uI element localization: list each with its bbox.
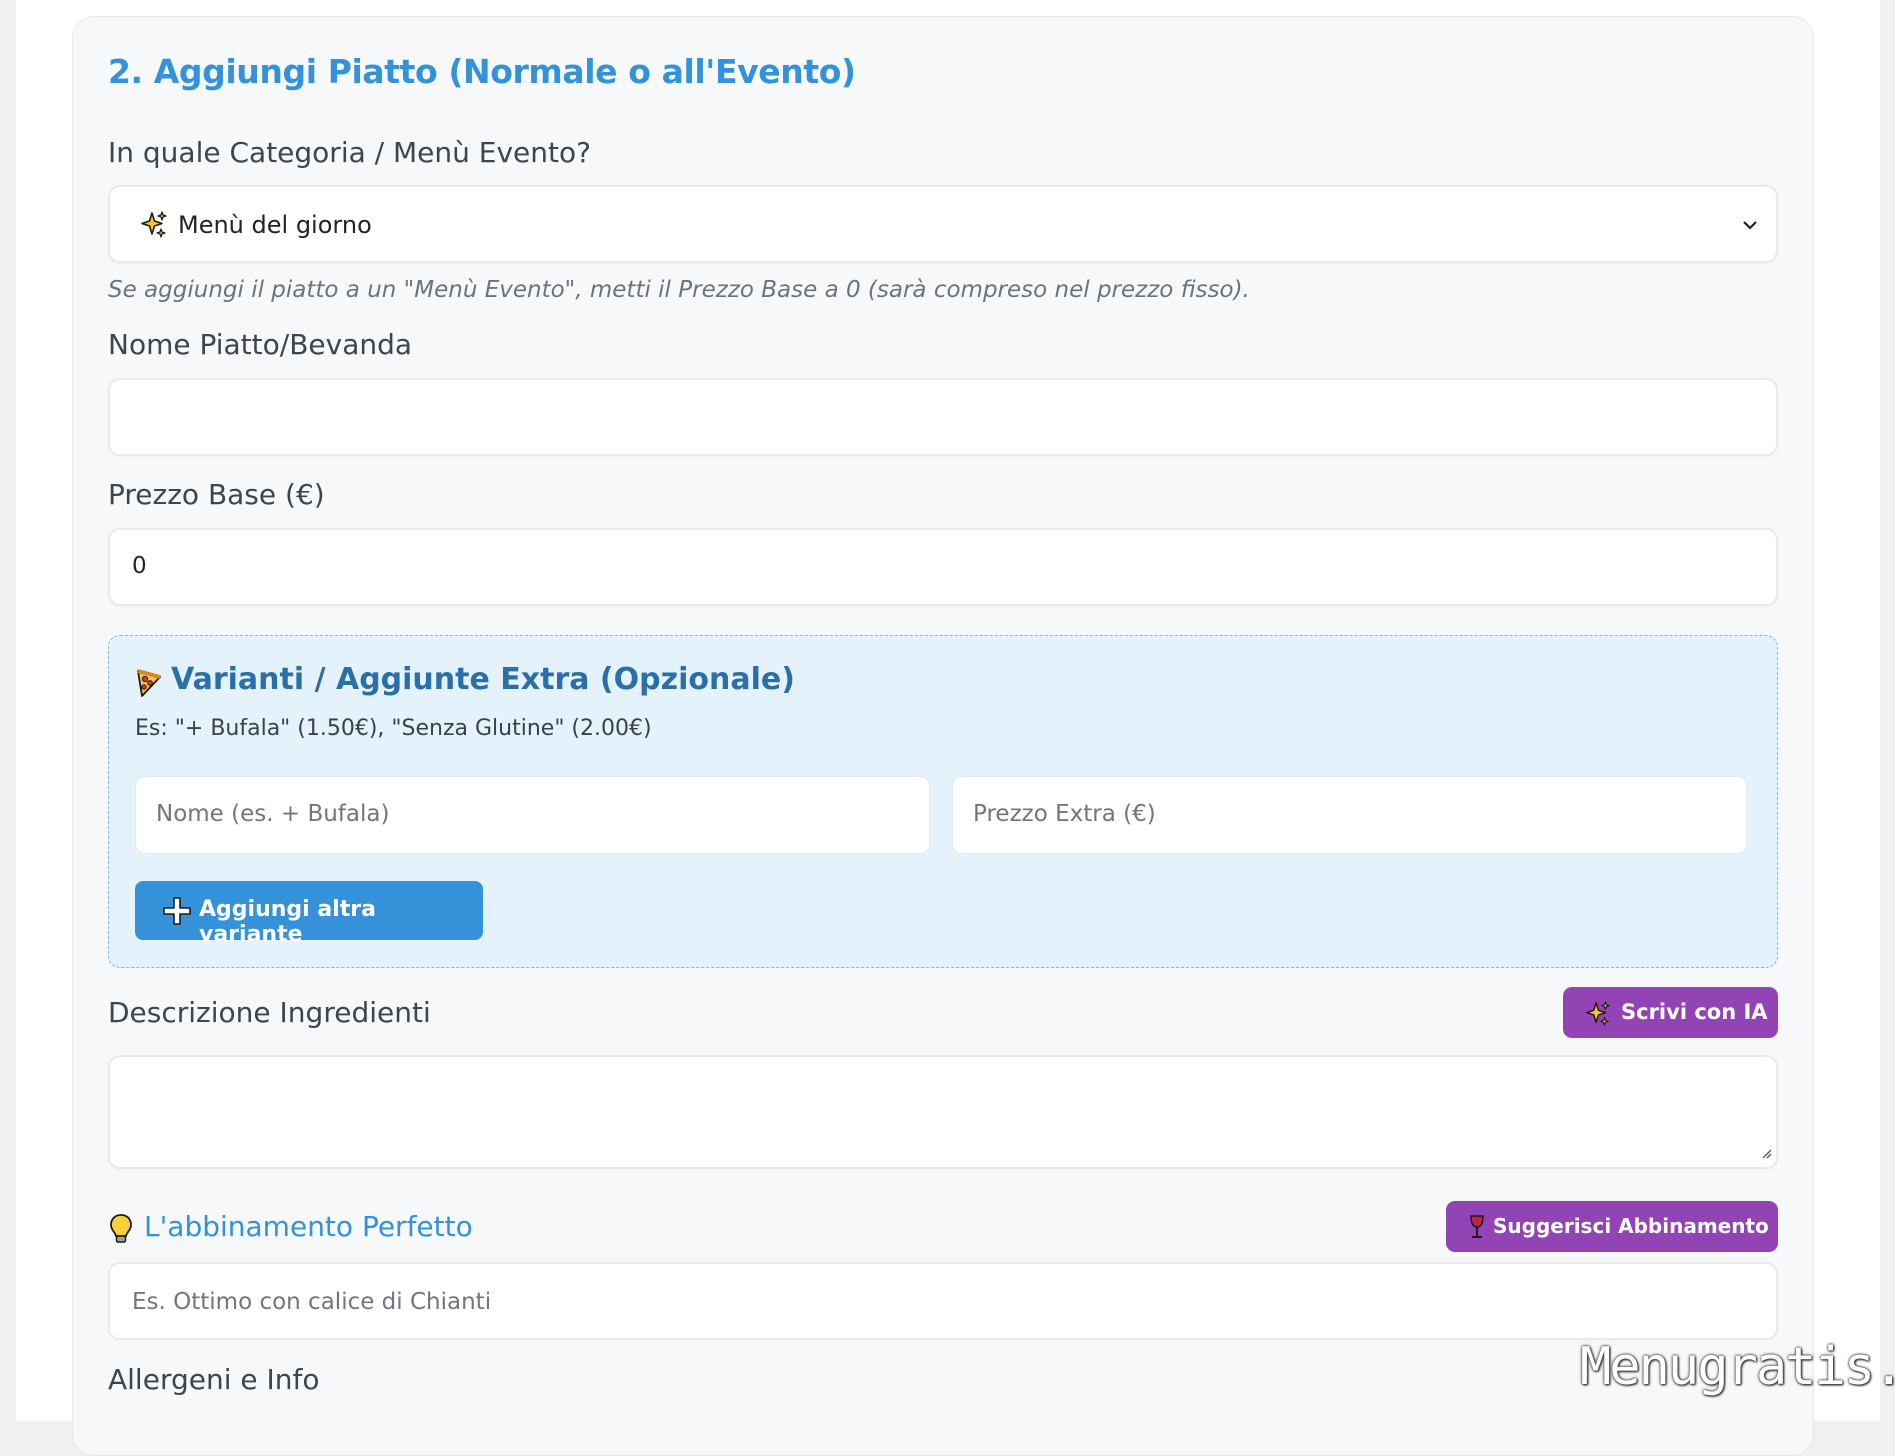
pizza-icon bbox=[135, 668, 163, 702]
description-textarea[interactable] bbox=[108, 1055, 1778, 1169]
watermark: Menugratis.it bbox=[1580, 1337, 1895, 1397]
dish-name-input[interactable] bbox=[108, 378, 1778, 456]
category-selected-value: Menù del giorno bbox=[178, 211, 372, 239]
base-price-input[interactable]: 0 bbox=[108, 528, 1778, 606]
base-price-value: 0 bbox=[132, 553, 147, 579]
add-variant-label: Aggiungi altra variante bbox=[199, 897, 376, 947]
write-with-ai-label: Scrivi con IA bbox=[1621, 1000, 1768, 1024]
category-hint: Se aggiungi il piatto a un "Menù Evento"… bbox=[108, 277, 1250, 303]
sparkles-icon bbox=[1585, 1001, 1611, 1031]
variants-title: Varianti / Aggiunte Extra (Opzionale) bbox=[171, 662, 795, 697]
variants-panel: Varianti / Aggiunte Extra (Opzionale) Es… bbox=[108, 635, 1778, 968]
variant-name-input[interactable]: Nome (es. + Bufala) bbox=[135, 776, 930, 854]
category-label: In quale Categoria / Menù Evento? bbox=[108, 136, 591, 169]
category-select[interactable]: Menù del giorno bbox=[108, 185, 1778, 263]
price-label: Prezzo Base (€) bbox=[108, 478, 325, 511]
chevron-down-icon bbox=[1742, 216, 1758, 235]
resize-handle-icon[interactable] bbox=[1760, 1144, 1772, 1163]
sparkles-icon bbox=[140, 211, 168, 243]
write-with-ai-button[interactable]: Scrivi con IA bbox=[1563, 987, 1778, 1038]
pairing-label-text: L'abbinamento Perfetto bbox=[144, 1210, 473, 1243]
pairing-input[interactable]: Es. Ottimo con calice di Chianti bbox=[108, 1262, 1778, 1340]
allergens-label: Allergeni e Info bbox=[108, 1363, 320, 1396]
variant-name-placeholder: Nome (es. + Bufala) bbox=[156, 801, 390, 827]
wine-glass-icon bbox=[1468, 1214, 1486, 1244]
description-label: Descrizione Ingredienti bbox=[108, 996, 431, 1029]
lightbulb-icon bbox=[108, 1213, 134, 1252]
add-variant-button[interactable]: Aggiungi altra variante bbox=[135, 881, 483, 947]
name-label: Nome Piatto/Bevanda bbox=[108, 328, 413, 361]
section-title: 2. Aggiungi Piatto (Normale o all'Evento… bbox=[108, 52, 856, 91]
suggest-pairing-button[interactable]: Suggerisci Abbinamento bbox=[1446, 1201, 1778, 1252]
variants-subtitle: Es: "+ Bufala" (1.50€), "Senza Glutine" … bbox=[135, 716, 652, 741]
plus-icon bbox=[163, 897, 191, 929]
suggest-pairing-label: Suggerisci Abbinamento bbox=[1493, 1214, 1769, 1238]
pairing-placeholder: Es. Ottimo con calice di Chianti bbox=[132, 1289, 492, 1315]
variant-price-input[interactable]: Prezzo Extra (€) bbox=[952, 776, 1747, 854]
variant-price-placeholder: Prezzo Extra (€) bbox=[973, 801, 1156, 827]
